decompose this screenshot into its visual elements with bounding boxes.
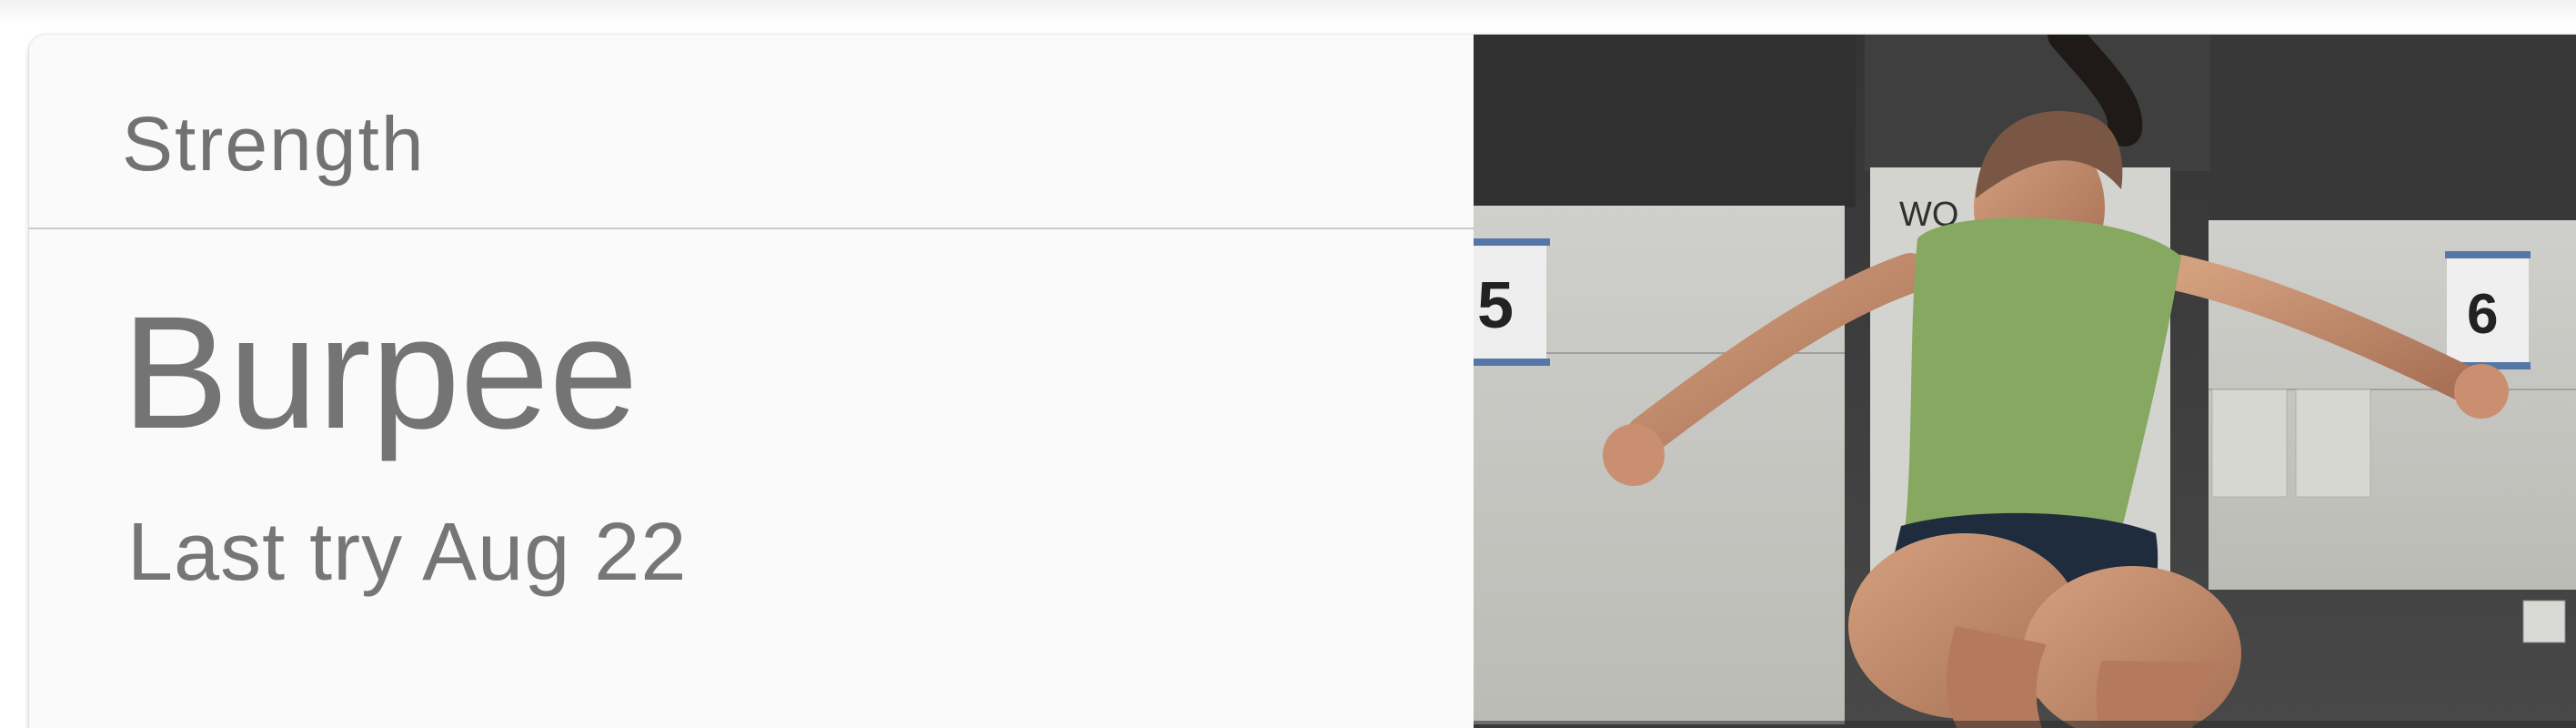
athlete-box-jump-image: WO 5 6 <box>1474 35 2576 728</box>
exercise-card[interactable]: Strength Burpee Last try Aug 22 WO 5 6 <box>29 35 2576 728</box>
lane-number-5: 5 <box>1477 269 1514 342</box>
last-try-date: Last try Aug 22 <box>127 507 688 598</box>
small-wall-sign-2 <box>2295 389 2371 498</box>
floor-shadow <box>1474 721 2576 728</box>
exercise-photo: WO 5 6 <box>1474 35 2576 728</box>
wall-right-section <box>2210 35 2576 226</box>
small-wall-sign <box>2211 389 2288 498</box>
card-text-panel: Strength Burpee Last try Aug 22 <box>29 35 1474 728</box>
screenshot-stage: Strength Burpee Last try Aug 22 WO 5 6 <box>0 0 2576 728</box>
right-hand <box>2454 364 2509 419</box>
category-label: Strength <box>122 101 426 187</box>
card-divider <box>29 228 1474 229</box>
lane-number-6: 6 <box>2467 283 2498 346</box>
lane-marker-bottom-line <box>1474 359 1550 366</box>
light-switch <box>2522 600 2566 643</box>
lane-marker-6-top-line <box>2445 251 2531 258</box>
left-hand <box>1603 424 1665 486</box>
dark-wall-section <box>1474 35 1856 207</box>
lane-marker-top-line <box>1474 238 1550 246</box>
exercise-title: Burpee <box>122 284 639 462</box>
